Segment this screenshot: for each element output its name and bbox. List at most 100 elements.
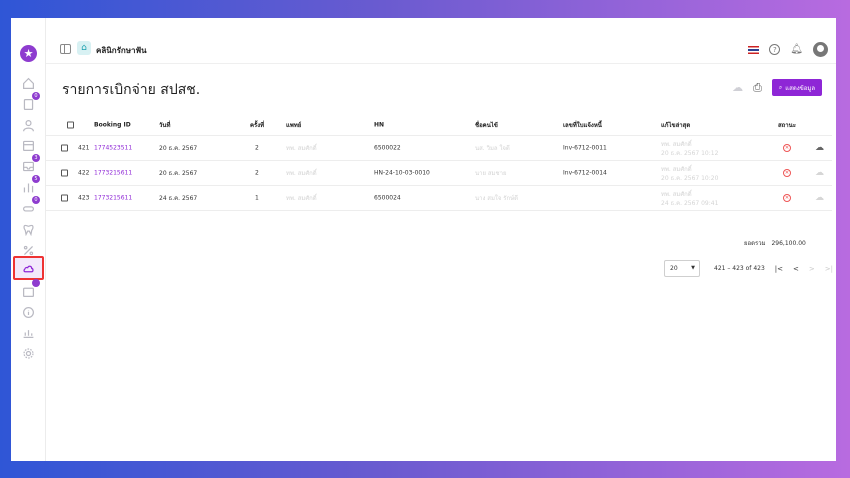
- header-patient[interactable]: ชื่อคนไข้: [475, 120, 498, 130]
- booking-id-link[interactable]: 1774523511: [94, 145, 132, 152]
- claims-table: Booking ID วันที่ ครั้งที่ แพทย์ HN ชื่อ…: [46, 114, 832, 211]
- box-icon[interactable]: [21, 279, 40, 299]
- page-size-select[interactable]: 20 ▼: [664, 260, 700, 277]
- total-label: ยอดรวม: [744, 240, 766, 247]
- percent-icon[interactable]: [21, 243, 36, 258]
- status-rejected-icon[interactable]: ✕: [783, 169, 791, 177]
- home-icon[interactable]: [21, 76, 36, 91]
- row-hn: 6500022: [374, 144, 401, 152]
- clinic-home-icon: ⌂: [77, 41, 91, 55]
- header-date[interactable]: วันที่: [159, 120, 170, 130]
- print-icon[interactable]: ⎙: [753, 81, 762, 95]
- header-visit[interactable]: ครั้งที่: [250, 120, 264, 130]
- row-visit: 2: [255, 144, 259, 152]
- prev-page-icon[interactable]: <: [793, 265, 799, 273]
- avatar[interactable]: [813, 42, 828, 57]
- row-checkbox[interactable]: [61, 144, 68, 152]
- row-date: 20 ธ.ค. 2567: [159, 170, 198, 177]
- row-invoice: Inv-6712-0011: [563, 144, 607, 152]
- table-header-row: Booking ID วันที่ ครั้งที่ แพทย์ HN ชื่อ…: [46, 114, 832, 136]
- header-hn[interactable]: HN: [374, 121, 384, 128]
- next-page-icon: >: [808, 264, 815, 273]
- header-booking-id[interactable]: Booking ID: [94, 121, 131, 128]
- search-icon: ⌕: [778, 83, 783, 91]
- page-range: 421 – 423 of 423: [714, 265, 765, 272]
- info-icon[interactable]: [21, 305, 36, 320]
- pagination: 20 ▼ 421 – 423 of 423 |< < > >|: [664, 260, 833, 277]
- page-size-value: 20: [670, 265, 678, 272]
- header-last-edit[interactable]: แก้ไขล่าสุด: [661, 120, 690, 130]
- inbox-icon[interactable]: 3: [21, 154, 40, 174]
- booking-id-link[interactable]: 1773215611: [94, 170, 132, 177]
- row-number: 422: [78, 169, 90, 177]
- table-row[interactable]: 423 1773215611 24 ธ.ค. 2567 1 ทพ. สมศักด…: [46, 186, 832, 211]
- header-invoice[interactable]: เลขที่ใบแจ้งหนี้: [563, 120, 602, 130]
- sidebar-toggle-icon[interactable]: [60, 44, 71, 54]
- total-summary: ยอดรวม 296,100.00: [744, 238, 806, 248]
- select-all-checkbox[interactable]: [67, 121, 74, 128]
- chart-icon[interactable]: 5: [21, 175, 40, 195]
- clinic-name: คลินิกรักษาฟัน: [96, 46, 147, 55]
- cloud-icon[interactable]: [21, 261, 36, 276]
- row-doctor: ทพ. สมศักดิ์: [286, 195, 317, 202]
- row-hn: HN-24-10-03-0010: [374, 169, 430, 177]
- top-bar: ⌂ คลินิกรักษาฟัน ? 🔔︎: [46, 36, 836, 64]
- calendar-icon[interactable]: [21, 138, 36, 153]
- row-patient: นาง สมใจ รักษ์ดี: [475, 195, 518, 202]
- settings-icon[interactable]: [21, 346, 36, 361]
- row-visit: 1: [255, 194, 259, 202]
- inbox-badge: 3: [32, 154, 40, 162]
- help-icon[interactable]: ?: [769, 44, 781, 55]
- user-icon[interactable]: [21, 118, 36, 133]
- page-actions: ☁ ⎙ ⌕ แสดงข้อมูล: [732, 79, 822, 96]
- sidebar: ★ 0 3 5 0: [11, 18, 46, 461]
- notification-bell-icon[interactable]: 🔔︎: [790, 44, 803, 55]
- document-icon[interactable]: 0: [21, 92, 40, 112]
- row-last-edit-time: 20 ธ.ค. 2567 10:20: [661, 175, 719, 183]
- document-badge: 0: [32, 92, 40, 100]
- total-amount: 296,100.00: [771, 240, 806, 247]
- cloud-upload-icon[interactable]: ☁: [732, 81, 743, 94]
- row-doctor: ทพ. สมศักดิ์: [286, 170, 317, 177]
- tooth-icon[interactable]: [21, 222, 36, 237]
- pill-badge: 0: [32, 196, 40, 204]
- search-button-label: แสดงข้อมูล: [785, 84, 815, 92]
- row-hn: 6500024: [374, 194, 401, 202]
- chart-badge: 5: [32, 175, 40, 183]
- report-icon[interactable]: [21, 325, 36, 340]
- table-row[interactable]: 422 1773215611 20 ธ.ค. 2567 2 ทพ. สมศักด…: [46, 161, 832, 186]
- chevron-down-icon: ▼: [691, 265, 695, 271]
- row-date: 24 ธ.ค. 2567: [159, 195, 198, 202]
- status-rejected-icon[interactable]: ✕: [783, 144, 791, 152]
- pill-icon[interactable]: 0: [21, 196, 40, 216]
- status-rejected-icon[interactable]: ✕: [783, 194, 791, 202]
- row-last-edit-time: 24 ธ.ค. 2567 09:41: [661, 200, 719, 208]
- last-page-icon: >|: [824, 264, 833, 273]
- row-number: 421: [78, 144, 90, 152]
- language-flag-icon[interactable]: [748, 45, 760, 54]
- row-patient: นส. วิมล ใจดี: [475, 145, 510, 152]
- row-visit: 2: [255, 169, 259, 177]
- row-date: 20 ธ.ค. 2567: [159, 145, 198, 152]
- booking-id-link[interactable]: 1773215611: [94, 195, 132, 202]
- app-logo-icon[interactable]: ★: [20, 45, 37, 62]
- table-row[interactable]: 421 1774523511 20 ธ.ค. 2567 2 ทพ. สมศักด…: [46, 136, 832, 161]
- row-doctor: ทพ. สมศักดิ์: [286, 145, 317, 152]
- app-window: ★ 0 3 5 0 ⌂ คลินิกรักษาฟัน ? 🔔︎ รายการเบ…: [11, 18, 836, 461]
- row-number: 423: [78, 194, 90, 202]
- row-invoice: Inv-6712-0014: [563, 169, 607, 177]
- top-right-controls: ? 🔔︎: [748, 42, 828, 57]
- search-button[interactable]: ⌕ แสดงข้อมูล: [771, 79, 822, 96]
- row-checkbox[interactable]: [61, 194, 68, 202]
- download-cloud-icon: ☁: [815, 193, 824, 203]
- row-checkbox[interactable]: [61, 169, 68, 177]
- row-last-edit-time: 20 ธ.ค. 2567 10:12: [661, 150, 719, 158]
- first-page-icon[interactable]: |<: [775, 265, 783, 273]
- header-status[interactable]: สถานะ: [778, 120, 796, 130]
- download-cloud-icon: ☁: [815, 168, 824, 178]
- row-patient: นาย สมชาย: [475, 170, 507, 177]
- header-doctor[interactable]: แพทย์: [286, 120, 301, 130]
- page-title: รายการเบิกจ่าย สปสช.: [62, 82, 201, 98]
- download-cloud-icon[interactable]: ☁: [815, 143, 824, 153]
- box-badge: [32, 279, 40, 287]
